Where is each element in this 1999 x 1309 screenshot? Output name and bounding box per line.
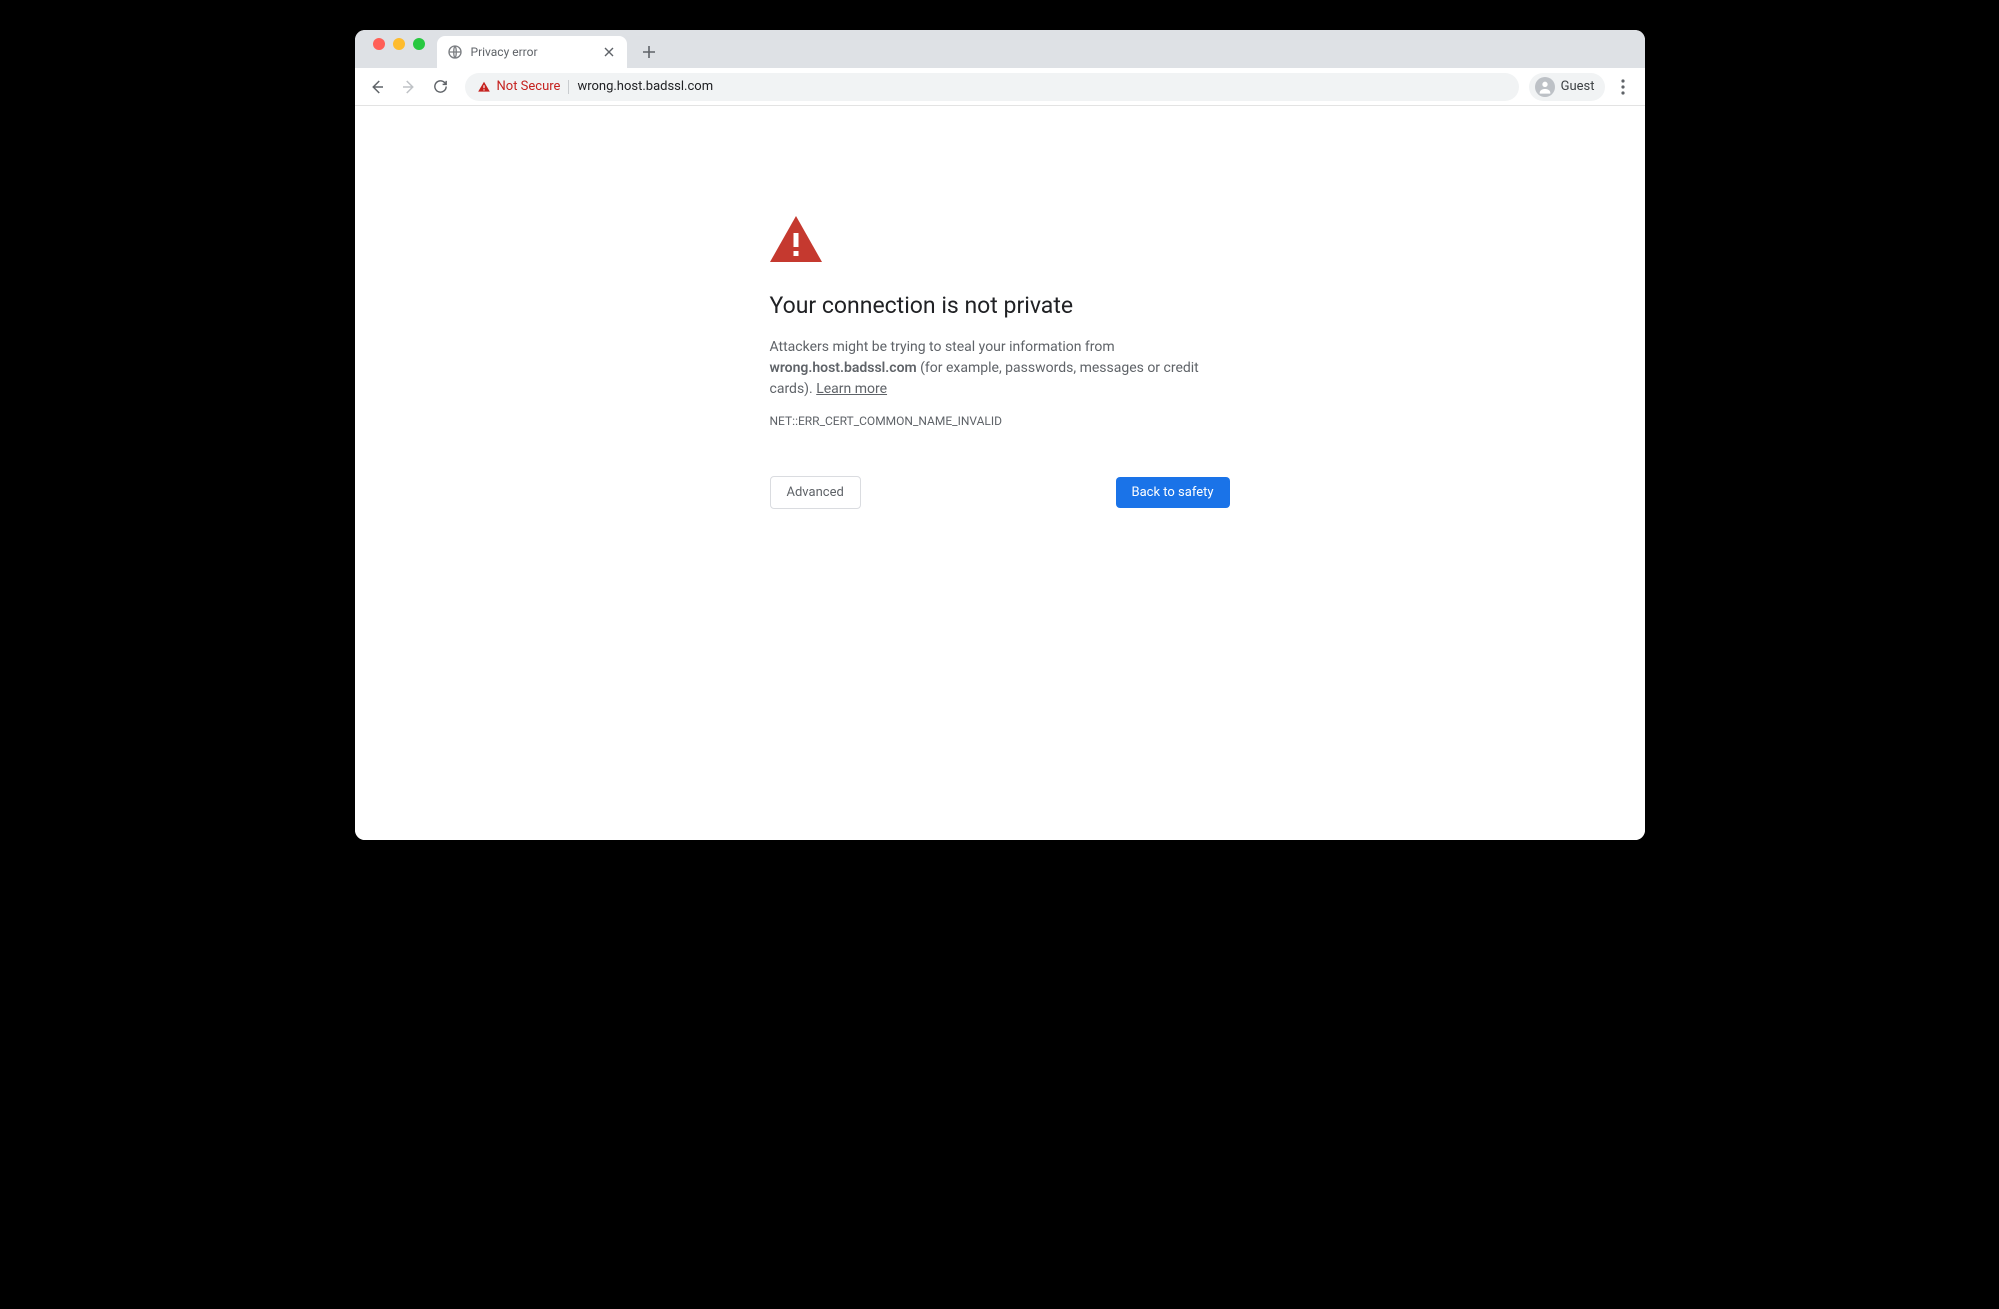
learn-more-link[interactable]: Learn more (816, 381, 887, 397)
reload-button[interactable] (427, 73, 455, 101)
window-controls (365, 38, 433, 60)
avatar-icon (1535, 77, 1555, 97)
forward-button[interactable] (395, 73, 423, 101)
new-tab-button[interactable] (635, 38, 663, 66)
globe-icon (447, 44, 463, 60)
security-label: Not Secure (497, 79, 561, 94)
omnibox-divider (568, 80, 569, 94)
tab-close-button[interactable] (601, 44, 617, 60)
browser-tab[interactable]: Privacy error (437, 36, 627, 68)
kebab-icon (1621, 79, 1625, 95)
ssl-interstitial: Your connection is not private Attackers… (760, 216, 1240, 509)
advanced-button[interactable]: Advanced (770, 476, 861, 509)
window-zoom-button[interactable] (413, 38, 425, 50)
overflow-menu-button[interactable] (1609, 73, 1637, 101)
warning-body-host: wrong.host.badssl.com (770, 360, 917, 376)
toolbar: Not Secure wrong.host.badssl.com Guest (355, 68, 1645, 106)
window-minimize-button[interactable] (393, 38, 405, 50)
warning-triangle-icon (770, 216, 822, 264)
page-title: Your connection is not private (770, 292, 1230, 319)
security-indicator[interactable]: Not Secure (477, 79, 561, 94)
error-code: NET::ERR_CERT_COMMON_NAME_INVALID (770, 414, 1230, 428)
warning-body: Attackers might be trying to steal your … (770, 337, 1230, 400)
button-row: Advanced Back to safety (770, 476, 1230, 509)
url-text: wrong.host.badssl.com (577, 79, 713, 94)
profile-button[interactable]: Guest (1529, 73, 1605, 101)
back-button[interactable] (363, 73, 391, 101)
address-bar[interactable]: Not Secure wrong.host.badssl.com (465, 73, 1519, 101)
tab-title: Privacy error (471, 45, 538, 59)
page-content: Your connection is not private Attackers… (355, 106, 1645, 840)
profile-label: Guest (1561, 79, 1595, 94)
back-to-safety-button[interactable]: Back to safety (1116, 477, 1230, 508)
tab-strip: Privacy error (355, 30, 1645, 68)
warning-triangle-icon (477, 80, 491, 94)
browser-window: Privacy error (355, 30, 1645, 840)
window-close-button[interactable] (373, 38, 385, 50)
warning-body-prefix: Attackers might be trying to steal your … (770, 339, 1115, 355)
